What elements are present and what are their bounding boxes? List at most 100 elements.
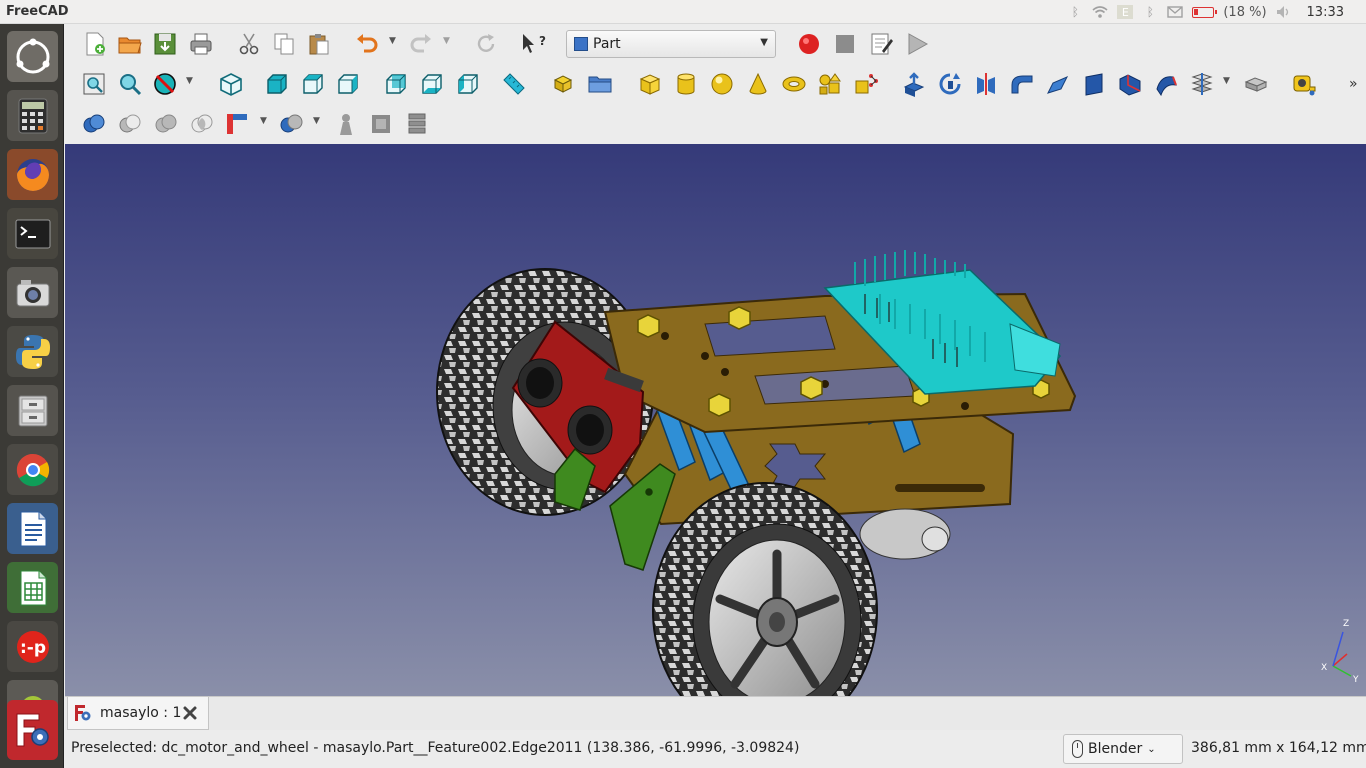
dc-motor: [859, 508, 951, 560]
revolve-icon[interactable]: [935, 69, 965, 99]
axis-x-label: X: [1321, 663, 1327, 673]
ubuntu-dash-icon[interactable]: [7, 31, 58, 82]
svg-text:?: ?: [539, 34, 546, 48]
copy-icon[interactable]: [269, 29, 299, 59]
file-toolbar: ▼ ▼ ? Part ▼: [65, 24, 1366, 64]
primitives-icon[interactable]: [815, 69, 845, 99]
top-view-icon[interactable]: [298, 69, 328, 99]
split-features-icon[interactable]: [276, 109, 306, 139]
workbench-selector[interactable]: Part ▼: [566, 30, 776, 58]
clock[interactable]: 13:33: [1307, 5, 1344, 20]
whats-this-icon[interactable]: ?: [518, 29, 548, 59]
check-geometry-icon[interactable]: [331, 109, 361, 139]
cylinder-icon[interactable]: [671, 69, 701, 99]
overflow-chevron-icon[interactable]: »: [1349, 76, 1358, 92]
calculator-icon[interactable]: [7, 90, 58, 141]
offset-icon[interactable]: [1241, 69, 1271, 99]
extrude-icon[interactable]: [899, 69, 929, 99]
stop-macro-icon[interactable]: [830, 29, 860, 59]
common-icon[interactable]: [187, 109, 217, 139]
keyboard-layout-icon[interactable]: E: [1117, 5, 1134, 19]
draw-style-dropdown-chevron-icon[interactable]: ▼: [186, 76, 196, 86]
save-icon[interactable]: [150, 29, 180, 59]
file-cabinet-icon[interactable]: [7, 385, 58, 436]
document-tab[interactable]: masaylo : 1: [67, 697, 209, 730]
chrome-icon[interactable]: [7, 444, 58, 495]
python-icon[interactable]: [7, 326, 58, 377]
libreoffice-calc-icon[interactable]: [7, 562, 58, 613]
front-view-icon[interactable]: [262, 69, 292, 99]
robot-car-model[interactable]: [65, 144, 1366, 696]
toolbar-area: ▼ ▼ ? Part ▼ ▼ ▼ » ▼ ▼: [65, 24, 1366, 144]
loft-icon[interactable]: [1151, 69, 1181, 99]
record-macro-icon[interactable]: [794, 29, 824, 59]
fuse-icon[interactable]: [151, 109, 181, 139]
terminal-icon[interactable]: [7, 208, 58, 259]
libreoffice-writer-icon[interactable]: [7, 503, 58, 554]
join-features-icon[interactable]: [222, 109, 252, 139]
paste-icon[interactable]: [304, 29, 334, 59]
redo-icon[interactable]: [406, 29, 436, 59]
3d-viewport[interactable]: X Y Z: [65, 144, 1366, 696]
bluetooth-icon[interactable]: ᛒ: [1067, 5, 1083, 19]
draw-style-icon[interactable]: [150, 69, 180, 99]
defeaturing-icon[interactable]: [366, 109, 396, 139]
freecad-icon[interactable]: [7, 700, 58, 760]
navigation-style-selector[interactable]: Blender ⌄: [1063, 734, 1183, 764]
measure-tape-icon[interactable]: [1289, 69, 1319, 99]
refresh-icon[interactable]: [471, 29, 501, 59]
make-face-icon[interactable]: [1079, 69, 1109, 99]
cut-icon[interactable]: [234, 29, 264, 59]
close-icon[interactable]: [182, 705, 198, 721]
torus-icon[interactable]: [779, 69, 809, 99]
wifi-icon[interactable]: [1092, 5, 1108, 19]
undo-dropdown-chevron-icon[interactable]: ▼: [389, 36, 399, 46]
split-dropdown-chevron-icon[interactable]: ▼: [313, 116, 323, 126]
mirror-icon[interactable]: [971, 69, 1001, 99]
section-dropdown-chevron-icon[interactable]: ▼: [1223, 76, 1233, 86]
run-macro-icon[interactable]: [902, 29, 932, 59]
redo-dropdown-chevron-icon[interactable]: ▼: [443, 36, 453, 46]
shape-builder-icon[interactable]: [851, 69, 881, 99]
undo-icon[interactable]: [352, 29, 382, 59]
boolean-icon[interactable]: [79, 109, 109, 139]
cut-boolean-icon[interactable]: [115, 109, 145, 139]
firefox-icon[interactable]: [7, 149, 58, 200]
battery-icon[interactable]: [1192, 6, 1218, 18]
fit-selection-icon[interactable]: [115, 69, 145, 99]
print-icon[interactable]: [186, 29, 216, 59]
rear-view-icon[interactable]: [381, 69, 411, 99]
chamfer-icon[interactable]: [1043, 69, 1073, 99]
bluetooth-icon[interactable]: ᛒ: [1142, 5, 1158, 19]
left-view-icon[interactable]: [453, 69, 483, 99]
sphere-icon[interactable]: [707, 69, 737, 99]
screenshot-camera-icon[interactable]: [7, 267, 58, 318]
create-part-icon[interactable]: [549, 69, 579, 99]
fit-all-icon[interactable]: [79, 69, 109, 99]
attachment-icon[interactable]: [402, 109, 432, 139]
fillet-icon[interactable]: [1007, 69, 1037, 99]
sweep-icon[interactable]: [1187, 69, 1217, 99]
battery-percentage: (18 %): [1223, 4, 1267, 20]
pidgin-icon[interactable]: :-p: [7, 621, 58, 672]
measure-distance-icon[interactable]: [499, 69, 529, 99]
document-tab-bar: masaylo : 1: [65, 696, 1366, 730]
mail-icon[interactable]: [1167, 5, 1184, 19]
cone-icon[interactable]: [743, 69, 773, 99]
document-tab-label: masaylo : 1: [100, 705, 182, 721]
right-view-icon[interactable]: [333, 69, 363, 99]
bottom-view-icon[interactable]: [417, 69, 447, 99]
join-dropdown-chevron-icon[interactable]: ▼: [260, 116, 270, 126]
create-group-icon[interactable]: [585, 69, 615, 99]
new-file-icon[interactable]: [80, 29, 110, 59]
edit-macro-icon[interactable]: [866, 29, 896, 59]
ruled-surface-icon[interactable]: [1115, 69, 1145, 99]
chevron-down-icon: ▼: [760, 37, 768, 48]
axis-y-label: Y: [1352, 675, 1359, 684]
open-file-icon[interactable]: [115, 29, 145, 59]
box-icon[interactable]: [635, 69, 665, 99]
isometric-view-icon[interactable]: [216, 69, 246, 99]
volume-icon[interactable]: [1276, 5, 1292, 19]
boolean-toolbar: ▼ ▼: [65, 104, 1366, 144]
navigation-style-label: Blender: [1088, 741, 1143, 757]
